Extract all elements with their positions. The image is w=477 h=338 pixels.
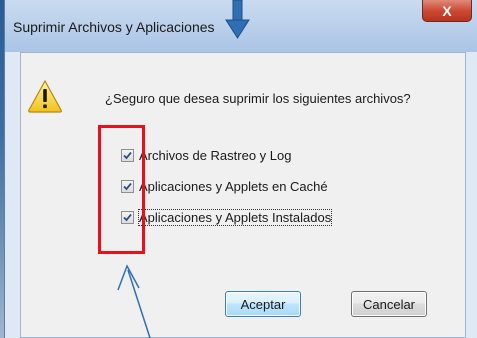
cancel-button[interactable]: Cancelar (351, 291, 427, 317)
option-installed-applets[interactable]: Aplicaciones y Applets Instalados (121, 208, 333, 226)
dialog-client-area: ¿Seguro que desea suprimir los siguiente… (20, 52, 466, 338)
window-title: Suprimir Archivos y Aplicaciones (13, 19, 215, 35)
confirmation-question: ¿Seguro que desea suprimir los siguiente… (105, 91, 411, 106)
option-label: Aplicaciones y Applets en Caché (139, 178, 328, 194)
close-icon: X (442, 2, 452, 19)
option-trace-log[interactable]: Archivos de Rastreo y Log (121, 147, 291, 163)
option-label: Aplicaciones y Applets Instalados (137, 208, 333, 226)
checkbox-highlight-box (98, 125, 145, 254)
close-button[interactable]: X (422, 0, 472, 22)
option-cached-applets[interactable]: Aplicaciones y Applets en Caché (121, 178, 328, 194)
title-bar[interactable]: Suprimir Archivos y Aplicaciones X (5, 0, 477, 52)
option-label: Archivos de Rastreo y Log (139, 147, 292, 163)
ok-button[interactable]: Aceptar (225, 291, 301, 317)
warning-icon (28, 79, 62, 113)
